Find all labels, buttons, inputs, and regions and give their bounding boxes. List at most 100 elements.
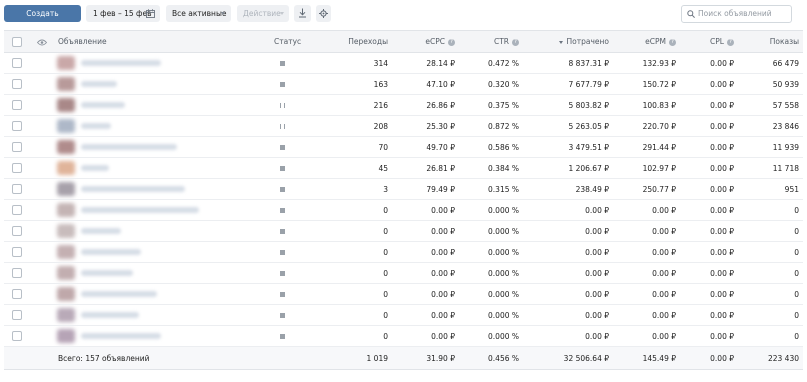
ad-title-blurred[interactable]	[81, 165, 109, 171]
table-row[interactable]: 216 26.86 ₽0.375 % 5 803.82 ₽100.83 ₽0.00 …	[4, 94, 803, 116]
col-header-ad[interactable]: Объявление	[54, 30, 270, 53]
ad-thumbnail[interactable]	[57, 56, 75, 70]
table-row[interactable]: 0 0.00 ₽0.000 % 0.00 ₽0.00 ₽0.00 ₽0	[4, 325, 803, 347]
date-range-button[interactable]: 1 фев – 15 фев	[86, 5, 160, 22]
stopped-status-icon[interactable]	[280, 228, 285, 234]
spent-cell: 8 837.31 ₽	[523, 52, 613, 74]
ad-thumbnail[interactable]	[57, 266, 75, 280]
ad-thumbnail[interactable]	[57, 182, 75, 196]
row-checkbox[interactable]	[11, 163, 22, 173]
row-checkbox[interactable]	[11, 142, 22, 152]
col-header-spent[interactable]: Потрачено	[523, 30, 613, 53]
stopped-status-icon[interactable]	[280, 270, 285, 276]
table-row[interactable]: 3 79.49 ₽0.315 % 238.49 ₽250.77 ₽0.00 ₽951	[4, 178, 803, 200]
ad-thumbnail[interactable]	[57, 224, 75, 238]
table-row[interactable]: 0 0.00 ₽0.000 % 0.00 ₽0.00 ₽0.00 ₽0	[4, 220, 803, 242]
status-cell	[270, 262, 328, 284]
paused-status-icon[interactable]	[280, 102, 285, 108]
download-button[interactable]	[294, 5, 311, 22]
table-row[interactable]: 0 0.00 ₽0.000 % 0.00 ₽0.00 ₽0.00 ₽0	[4, 262, 803, 284]
col-header-ecpc[interactable]: eCPC?	[392, 30, 459, 53]
ad-title-blurred[interactable]	[81, 270, 133, 276]
ad-title-blurred[interactable]	[81, 249, 141, 255]
ad-title-blurred[interactable]	[81, 207, 199, 213]
ads-table: Объявление Статус Переходы eCPC? CTR? По…	[4, 30, 803, 370]
ad-thumbnail[interactable]	[57, 308, 75, 322]
impressions-cell: 0	[738, 283, 803, 305]
row-checkbox[interactable]	[11, 79, 22, 89]
ad-thumbnail[interactable]	[57, 98, 75, 112]
stopped-status-icon[interactable]	[280, 186, 285, 192]
ad-title-blurred[interactable]	[81, 291, 157, 297]
table-row[interactable]: 0 0.00 ₽0.000 % 0.00 ₽0.00 ₽0.00 ₽0	[4, 283, 803, 305]
col-header-cpl[interactable]: CPL?	[680, 30, 738, 53]
settings-button[interactable]	[316, 5, 331, 22]
stopped-status-icon[interactable]	[280, 249, 285, 255]
search-input[interactable]	[698, 7, 786, 20]
help-icon[interactable]: ?	[512, 38, 519, 46]
ad-title-blurred[interactable]	[81, 144, 177, 150]
ad-title-blurred[interactable]	[81, 81, 117, 87]
row-checkbox[interactable]	[11, 121, 22, 131]
spent-cell: 5 803.82 ₽	[523, 94, 613, 116]
table-row[interactable]: 208 25.30 ₽0.872 % 5 263.05 ₽220.70 ₽0.00 …	[4, 115, 803, 137]
row-checkbox[interactable]	[11, 331, 22, 341]
ad-title-blurred[interactable]	[81, 123, 111, 129]
ad-title-blurred[interactable]	[81, 228, 121, 234]
stopped-status-icon[interactable]	[280, 60, 285, 66]
table-row[interactable]: 314 28.14 ₽0.472 % 8 837.31 ₽132.93 ₽0.00 …	[4, 52, 803, 74]
ad-thumbnail[interactable]	[57, 119, 75, 133]
create-ad-button[interactable]: Создать объявление	[4, 5, 81, 35]
col-header-ecpm[interactable]: eCPM?	[613, 30, 680, 53]
table-row[interactable]: 0 0.00 ₽0.000 % 0.00 ₽0.00 ₽0.00 ₽0	[4, 241, 803, 263]
ad-thumbnail[interactable]	[57, 329, 75, 343]
row-checkbox[interactable]	[11, 310, 22, 320]
gear-icon	[319, 9, 328, 18]
ad-title-blurred[interactable]	[81, 60, 161, 66]
row-checkbox[interactable]	[11, 226, 22, 236]
row-checkbox[interactable]	[11, 58, 22, 68]
row-checkbox[interactable]	[11, 100, 22, 110]
ad-thumbnail[interactable]	[57, 245, 75, 259]
stopped-status-icon[interactable]	[280, 207, 285, 213]
ad-thumbnail[interactable]	[57, 77, 75, 91]
table-row[interactable]: 45 26.81 ₽0.384 % 1 206.67 ₽102.97 ₽0.00 ₽…	[4, 157, 803, 179]
ad-title-blurred[interactable]	[81, 186, 185, 192]
filter-dropdown[interactable]: Все активные	[166, 5, 231, 22]
row-checkbox[interactable]	[11, 205, 22, 215]
row-checkbox[interactable]	[11, 268, 22, 278]
ad-thumbnail[interactable]	[57, 287, 75, 301]
col-header-clicks[interactable]: Переходы	[328, 30, 392, 53]
ad-title-blurred[interactable]	[81, 102, 125, 108]
paused-status-icon[interactable]	[280, 123, 285, 129]
row-checkbox[interactable]	[11, 184, 22, 194]
col-header-impressions[interactable]: Показы	[738, 30, 803, 53]
ad-thumbnail[interactable]	[57, 203, 75, 217]
action-dropdown[interactable]: Действие	[237, 5, 289, 22]
stopped-status-icon[interactable]	[280, 312, 285, 318]
eye-icon[interactable]	[36, 39, 47, 46]
ad-title-blurred[interactable]	[81, 312, 139, 318]
col-header-ctr[interactable]: CTR?	[459, 30, 523, 53]
stopped-status-icon[interactable]	[280, 165, 285, 171]
table-row[interactable]: 0 0.00 ₽0.000 % 0.00 ₽0.00 ₽0.00 ₽0	[4, 304, 803, 326]
table-row[interactable]: 70 49.70 ₽0.586 % 3 479.51 ₽291.44 ₽0.00 ₽…	[4, 136, 803, 158]
ad-thumbnail[interactable]	[57, 161, 75, 175]
stopped-status-icon[interactable]	[280, 81, 285, 87]
ad-title-blurred[interactable]	[81, 333, 161, 339]
help-icon[interactable]: ?	[448, 38, 455, 46]
stopped-status-icon[interactable]	[280, 333, 285, 339]
row-checkbox[interactable]	[11, 247, 22, 257]
stopped-status-icon[interactable]	[280, 144, 285, 150]
table-row[interactable]: 0 0.00 ₽0.000 % 0.00 ₽0.00 ₽0.00 ₽0	[4, 199, 803, 221]
help-icon[interactable]: ?	[727, 38, 734, 46]
select-all-checkbox[interactable]	[11, 36, 22, 47]
stopped-status-icon[interactable]	[280, 291, 285, 297]
ad-thumbnail[interactable]	[57, 140, 75, 154]
row-checkbox[interactable]	[11, 289, 22, 299]
status-cell	[270, 220, 328, 242]
help-icon[interactable]: ?	[669, 38, 676, 46]
col-header-status[interactable]: Статус	[270, 30, 328, 53]
table-row[interactable]: 163 47.10 ₽0.320 % 7 677.79 ₽150.72 ₽0.00 …	[4, 73, 803, 95]
cpl-cell: 0.00 ₽	[680, 262, 738, 284]
